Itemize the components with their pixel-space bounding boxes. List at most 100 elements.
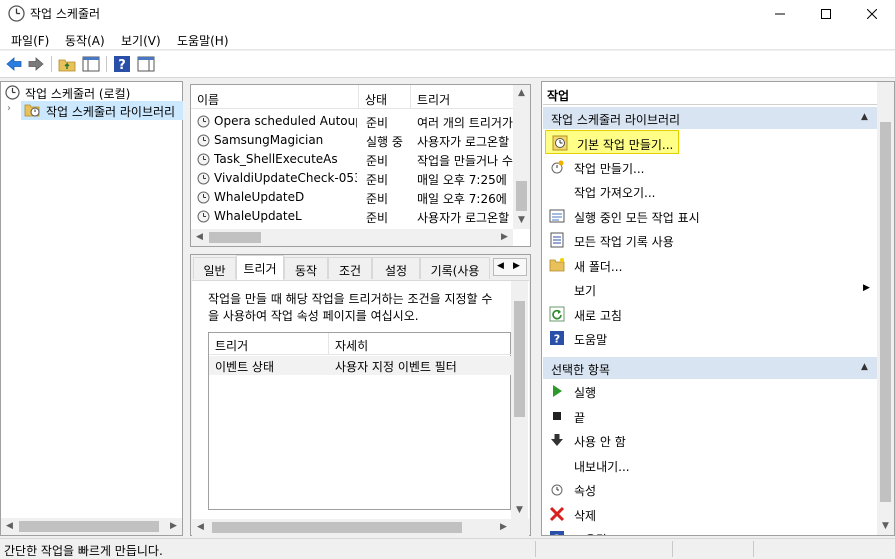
tree-item-library[interactable]: › 작업 스케줄러 라이브러리 (7, 101, 183, 120)
help-icon: ? (550, 331, 564, 346)
action-section2-3[interactable]: 내보내기... (543, 453, 878, 477)
tab-scroll-right-icon[interactable]: ▶ (513, 261, 520, 271)
column-detail[interactable]: 자세히 (329, 333, 512, 355)
tab-1[interactable]: 트리거 (236, 255, 284, 280)
actions-pane: 작업 작업 스케줄러 라이브러리 ▲ 기본 작업 만들기... 작업 만들기...… (541, 81, 895, 536)
scroll-right-icon[interactable]: ▶ (495, 519, 512, 536)
column-trigger-type[interactable]: 트리거 (209, 333, 329, 355)
action-section1-4[interactable]: 모든 작업 기록 사용 (543, 228, 878, 252)
task-clock-icon (197, 210, 210, 223)
action-section1-2[interactable]: 작업 가져오기... (543, 179, 878, 203)
action-section2-0[interactable]: 실행 (543, 379, 878, 403)
properties-icon (551, 484, 563, 496)
action-section1-8[interactable]: ? 도움말 (543, 326, 878, 350)
action-section1-3[interactable]: 실행 중인 모든 작업 표시 (543, 204, 878, 228)
horizontal-scrollbar[interactable]: ◀ ▶ (1, 518, 182, 535)
task-list-header: 이름 상태 트리거 (191, 85, 513, 109)
column-trigger[interactable]: 트리거 (411, 85, 513, 109)
tree-root[interactable]: 작업 스케줄러 (로컬) (5, 84, 180, 102)
scroll-right-icon[interactable]: ▶ (496, 229, 513, 246)
submenu-arrow-icon: ▶ (863, 283, 870, 293)
trigger-row[interactable]: 이벤트 상태 사용자 지정 이벤트 필터 (209, 356, 511, 375)
action-section1-5[interactable]: 새 폴더... (543, 253, 878, 277)
refresh-icon (549, 306, 565, 321)
table-row[interactable]: WhaleUpdateL 준비 사용자가 로그온할 (191, 207, 513, 226)
scroll-left-icon[interactable]: ◀ (191, 229, 208, 246)
table-row[interactable]: Task_ShellExecuteAs 준비 작업을 만들거나 수 (191, 150, 513, 169)
forward-arrow-icon[interactable] (27, 55, 45, 73)
maximize-button[interactable] (803, 0, 849, 28)
scroll-left-icon[interactable]: ◀ (192, 519, 209, 536)
show-hide-console-tree-icon[interactable] (82, 55, 100, 73)
console-tree: 작업 스케줄러 (로컬) › 작업 스케줄러 라이브러리 ◀ ▶ (0, 81, 183, 536)
menu-file[interactable]: 파일(F) (11, 32, 49, 49)
trigger-description: 작업을 만들 때 해당 작업을 트리거하는 조건을 지정할 수 을 사용하여 작… (208, 292, 493, 323)
scroll-down-icon[interactable]: ▼ (877, 518, 894, 535)
table-row[interactable]: WhaleUpdateD 준비 매일 오후 7:26에 (191, 188, 513, 207)
action-section2-5[interactable]: 삭제 (543, 502, 878, 526)
task-details: 일반 트리거 동작 조건 설정 기록(사용 ◀ ▶ 작업을 만들 때 해당 작업을 트리거… (190, 254, 531, 536)
tree-root-label: 작업 스케줄러 (로컬) (25, 87, 131, 101)
details-tabs: 일반 트리거 동작 조건 설정 기록(사용 (191, 255, 530, 281)
collapse-icon[interactable]: ▲ (861, 112, 868, 122)
trigger-table-header: 트리거 자세히 (209, 333, 512, 355)
table-row[interactable]: VivaldiUpdateCheck-053...준비매일 오후 7:25에 (191, 169, 513, 188)
column-status[interactable]: 상태 (359, 85, 411, 109)
action-section2-1[interactable]: 끝 (543, 404, 878, 428)
menu-view[interactable]: 보기(V) (121, 32, 161, 49)
action-section1-7[interactable]: 새로 고침 (543, 302, 878, 326)
tab-2[interactable]: 동작 (284, 257, 328, 279)
tab-0[interactable]: 일반 (193, 257, 236, 279)
scroll-right-icon[interactable]: ▶ (165, 518, 182, 535)
help-icon[interactable]: ? (113, 55, 131, 73)
folder-icon (549, 257, 565, 271)
minimize-button[interactable] (757, 0, 803, 28)
table-row[interactable]: Opera scheduled Autoup...준비여러 개의 트리거가 (191, 112, 513, 131)
up-folder-icon[interactable] (58, 55, 76, 73)
column-name[interactable]: 이름 (191, 85, 359, 109)
scroll-down-icon[interactable]: ▼ (513, 212, 530, 229)
trigger-table: 트리거 자세히 이벤트 상태 사용자 지정 이벤트 필터 (208, 332, 512, 510)
table-row[interactable]: SamsungMagician 실행 중 사용자가 로그온할 (191, 131, 513, 150)
minimize-icon (775, 13, 785, 15)
scroll-left-icon[interactable]: ◀ (1, 518, 18, 535)
action-section2-4[interactable]: 속성 (543, 477, 878, 501)
section-library-header[interactable]: 작업 스케줄러 라이브러리 ▲ (543, 107, 878, 129)
clock-icon (5, 85, 20, 100)
action-section1-1[interactable]: 작업 만들기... (543, 155, 878, 179)
section-selected-items: 실행끝사용 안 함내보내기...속성삭제?도움말 (542, 379, 879, 535)
task-rows: Opera scheduled Autoup...준비여러 개의 트리거가Sam… (191, 112, 513, 226)
action-section1-6[interactable]: 보기 ▶ (543, 277, 878, 301)
task-clock-icon (197, 191, 210, 204)
action-section2-2[interactable]: 사용 안 함 (543, 428, 878, 452)
menu-help[interactable]: 도움말(H) (177, 32, 229, 49)
task-clock-icon (197, 153, 210, 166)
svg-text:?: ? (118, 58, 126, 73)
tab-3[interactable]: 조건 (328, 257, 372, 279)
menu-bar: 파일(F) 동작(A) 보기(V) 도움말(H) (0, 28, 895, 50)
disable-icon (551, 434, 563, 446)
collapse-icon[interactable]: ▲ (861, 362, 868, 372)
history-icon (550, 232, 564, 248)
back-arrow-icon[interactable] (5, 55, 23, 73)
scroll-up-icon[interactable]: ▲ (513, 85, 530, 102)
tab-4[interactable]: 설정 (372, 257, 420, 279)
delete-icon (549, 506, 565, 521)
show-hide-action-pane-icon[interactable] (137, 55, 155, 73)
horizontal-scrollbar[interactable]: ◀ ▶ (191, 229, 513, 246)
menu-action[interactable]: 동작(A) (65, 32, 105, 49)
vertical-scrollbar[interactable]: ▲ ▼ (513, 85, 530, 229)
close-button[interactable] (849, 0, 895, 28)
section-selected-header[interactable]: 선택한 항목 ▲ (543, 357, 878, 379)
tab-scroll[interactable]: ◀ ▶ (493, 258, 527, 276)
action-section1-0[interactable]: 기본 작업 만들기... (545, 130, 679, 154)
scroll-down-icon[interactable]: ▼ (511, 502, 528, 519)
chevron-right-icon[interactable]: › (7, 103, 11, 114)
vertical-scrollbar[interactable]: ▼ (877, 82, 894, 535)
vertical-scrollbar[interactable]: ▼ (511, 281, 528, 519)
task-clock-icon (197, 115, 210, 128)
tab-5[interactable]: 기록(사용 (420, 257, 490, 279)
horizontal-scrollbar[interactable]: ◀ ▶ (192, 519, 529, 536)
action-section2-6[interactable]: ?도움말 (543, 526, 878, 535)
tab-scroll-left-icon[interactable]: ◀ (497, 261, 504, 271)
